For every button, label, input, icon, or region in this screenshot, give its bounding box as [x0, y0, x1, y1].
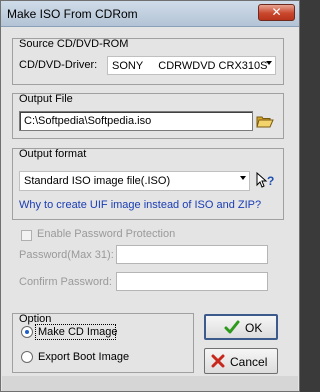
password-label: Password(Max 31): [19, 249, 114, 261]
cancel-label: Cancel [230, 355, 268, 369]
folder-open-icon[interactable] [256, 114, 274, 129]
window-title: Make ISO From CDRom [7, 7, 138, 21]
output-path-input[interactable]: C:\Softpedia\Softpedia.iso [19, 111, 253, 131]
source-group-label: Source CD/DVD-ROM [19, 38, 129, 50]
format-select[interactable]: Standard ISO image file(.ISO) [19, 171, 250, 191]
driver-label: CD/DVD-Driver: [19, 59, 98, 71]
chevron-down-icon [240, 176, 246, 180]
output-path-value: C:\Softpedia\Softpedia.iso [24, 115, 152, 127]
close-button[interactable]: ✕ [258, 4, 295, 21]
confirm-password-input[interactable] [116, 272, 268, 291]
cancel-button[interactable]: Cancel [204, 348, 278, 374]
password-input[interactable] [116, 245, 268, 264]
driver-value: SONY CDRWDVD CRX310S [112, 60, 268, 72]
output-format-group-label: Output format [19, 148, 87, 160]
make-cd-image-radio[interactable] [21, 326, 33, 338]
confirm-password-label: Confirm Password: [19, 276, 112, 288]
ok-label: OK [245, 321, 263, 335]
format-value: Standard ISO image file(.ISO) [24, 175, 171, 187]
title-bar[interactable]: Make ISO From CDRom ✕ [1, 1, 299, 27]
cancel-x-icon [211, 354, 225, 368]
output-file-group-label: Output File [19, 93, 73, 105]
export-boot-image-radio[interactable] [21, 351, 33, 363]
enable-password-checkbox[interactable] [21, 230, 32, 241]
chevron-down-icon [266, 61, 272, 65]
make-cd-image-label[interactable]: Make CD Image [38, 326, 117, 338]
help-pointer-icon[interactable]: ? [256, 171, 276, 190]
option-group: Option [12, 313, 194, 373]
enable-password-label: Enable Password Protection [37, 228, 176, 240]
driver-select[interactable]: SONY CDRWDVD CRX310S [107, 56, 276, 75]
ok-button[interactable]: OK [204, 314, 278, 340]
uif-info-link[interactable]: Why to create UIF image instead of ISO a… [19, 199, 261, 211]
output-file-group: Output File C:\Softpedia\Softpedia.iso [12, 93, 284, 139]
make-iso-dialog: Make ISO From CDRom ✕ Source CD/DVD-ROM … [0, 0, 300, 392]
close-icon: ✕ [271, 5, 282, 19]
output-format-group: Output format Standard ISO image file(.I… [12, 148, 284, 220]
checkmark-icon [224, 319, 240, 335]
svg-text:?: ? [267, 174, 274, 188]
source-group: Source CD/DVD-ROM CD/DVD-Driver: SONY CD… [12, 38, 284, 85]
dialog-bottom-edge [2, 376, 298, 391]
export-boot-image-label[interactable]: Export Boot Image [38, 351, 129, 363]
